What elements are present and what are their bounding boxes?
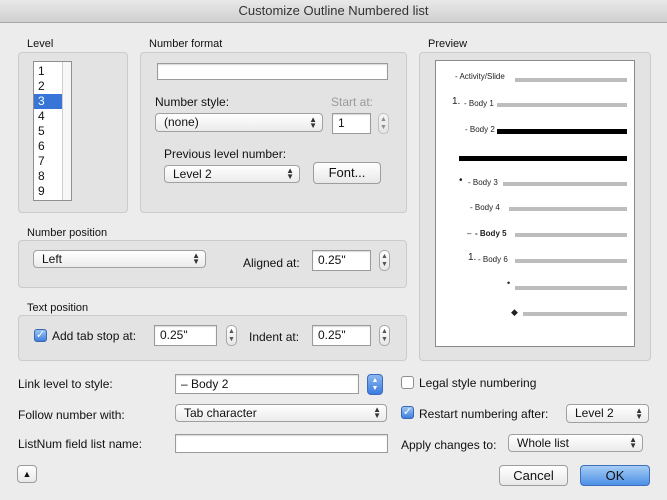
collapse-triangle-icon: ▲ [22,469,32,479]
link-level-dropdown-button[interactable]: ▲ ▼ [367,374,383,395]
ok-button[interactable]: OK [580,465,650,486]
restart-level-value: Level 2 [575,406,614,420]
popup-chevron-icon: ▲ ▼ [286,166,294,181]
start-at-field[interactable]: 1 [332,113,371,134]
aligned-at-stepper[interactable]: ▲ ▼ [379,250,390,271]
link-level-label: Link level to style: [18,377,113,391]
preview-line-5: - Body 4 [470,203,500,212]
preview-bar [515,259,627,263]
level-list[interactable]: 123456789 [33,61,72,201]
popup-chevron-icon: ▲ ▼ [309,114,317,130]
tab-stop-stepper[interactable]: ▲ ▼ [226,325,237,346]
follow-number-value: Tab character [184,406,257,420]
window-title-bar: Customize Outline Numbered list [0,0,667,23]
restart-numbering-label: Restart numbering after: [419,407,549,421]
preview-bar-current [497,129,627,134]
level-list-scrollbar[interactable] [62,62,71,200]
preview-bar [509,207,627,211]
add-tab-stop-checkbox[interactable]: ✓ [34,329,47,342]
level-group-label: Level [27,38,54,50]
preview-bar [515,286,627,290]
collapse-button[interactable]: ▲ [17,465,37,483]
preview-bar [523,312,627,316]
diamond-bullet-icon: ◆ [511,307,518,317]
preview-bar-current [459,156,627,161]
apply-changes-value: Whole list [517,436,570,450]
preview-line-4: - Body 3 [468,178,498,187]
popup-chevron-icon: ▲ ▼ [192,251,200,266]
number-format-field[interactable] [157,63,388,80]
indent-at-label: Indent at: [249,330,300,344]
listnum-label: ListNum field list name: [18,437,143,451]
preview-bar [515,78,627,82]
indent-at-stepper[interactable]: ▲ ▼ [379,325,390,346]
preview-line-1: - Activity/Slide [455,72,505,81]
cancel-button[interactable]: Cancel [499,465,568,486]
number-format-group-label: Number format [149,38,223,50]
number-style-value: (none) [164,115,199,129]
number-alignment-select[interactable]: Left ▲ ▼ [33,250,206,268]
number-style-select[interactable]: (none) ▲ ▼ [155,113,323,132]
window-title: Customize Outline Numbered list [238,3,429,18]
number-position-group-label: Number position [27,227,108,239]
start-at-stepper[interactable]: ▲ ▼ [378,113,389,134]
add-tab-stop-label: Add tab stop at: [52,329,137,343]
font-button[interactable]: Font... [313,162,381,184]
popup-chevron-icon: ▲ ▼ [373,405,381,420]
previous-level-label: Previous level number: [164,147,287,161]
previous-level-value: Level 2 [173,167,212,181]
indent-at-field[interactable]: 0.25" [312,325,371,346]
preview-bar [515,233,627,237]
restart-level-select[interactable]: Level 2 ▲ ▼ [566,404,649,423]
preview-line-3: - Body 2 [465,125,495,134]
legal-style-label: Legal style numbering [419,376,537,390]
start-at-label: Start at: [331,95,374,109]
preview-dash: – [467,229,472,238]
popup-chevron-icon: ▲ ▼ [635,405,643,421]
preview-number: 1. [468,252,477,263]
link-level-field[interactable]: – Body 2 [175,374,359,394]
listnum-field[interactable] [175,434,388,453]
preview-bar [497,103,627,107]
preview-line-2: - Body 1 [464,99,494,108]
text-position-group-label: Text position [27,302,89,314]
aligned-at-field[interactable]: 0.25" [312,250,371,271]
number-alignment-value: Left [42,252,63,266]
preview-pane: - Activity/Slide 1. - Body 1 - Body 2 • … [435,60,635,347]
follow-number-label: Follow number with: [18,408,125,422]
tab-stop-field[interactable]: 0.25" [154,325,217,346]
number-style-label: Number style: [155,95,230,109]
preview-number: 1. [452,96,461,107]
preview-line-6: - Body 5 [475,229,507,238]
apply-changes-select[interactable]: Whole list ▲ ▼ [508,434,643,452]
follow-number-select[interactable]: Tab character ▲ ▼ [175,404,387,422]
restart-numbering-checkbox[interactable]: ✓ [401,406,414,419]
previous-level-select[interactable]: Level 2 ▲ ▼ [164,165,300,183]
preview-bullet: • [459,175,463,186]
preview-bar [503,182,627,186]
popup-chevron-icon: ▲ ▼ [629,435,637,450]
legal-style-checkbox[interactable] [401,376,414,389]
preview-bullet: • [507,278,511,288]
apply-changes-label: Apply changes to: [401,438,497,452]
preview-group-label: Preview [428,38,468,50]
preview-line-7: - Body 6 [478,255,508,264]
aligned-at-label: Aligned at: [243,256,300,270]
